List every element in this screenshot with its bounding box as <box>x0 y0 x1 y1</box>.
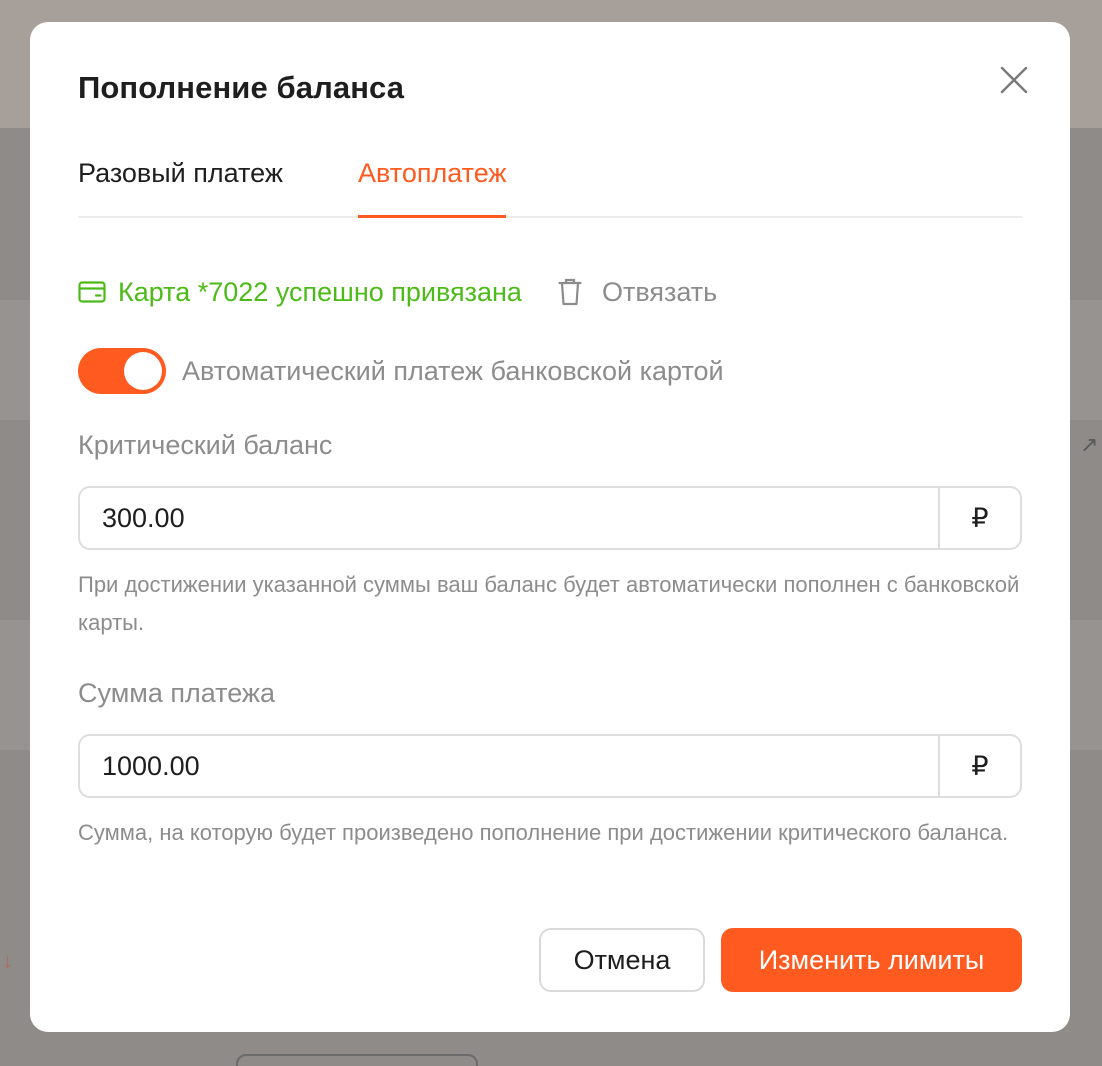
ruble-currency-label: ₽ <box>938 488 1020 548</box>
credit-card-icon <box>78 281 106 303</box>
close-button[interactable] <box>996 62 1032 98</box>
modal-title: Пополнение баланса <box>78 70 405 105</box>
unbind-label: Отвязать <box>601 276 718 307</box>
card-status-row: Карта *7022 успешно привязана Отвязать <box>78 274 717 310</box>
payment-amount-label: Сумма платежа <box>78 678 275 708</box>
close-icon <box>1000 66 1028 94</box>
toggle-knob <box>124 352 162 390</box>
autopay-toggle-row: Автоматический платеж банковской картой <box>78 348 724 394</box>
trash-icon <box>558 278 582 306</box>
payment-amount-hint: Сумма, на которую будет произведено попо… <box>78 820 1009 845</box>
arrow-up-right-icon: ↗ <box>1080 432 1099 457</box>
critical-balance-label: Критический баланс <box>78 430 333 460</box>
autopay-toggle[interactable] <box>78 348 166 394</box>
payment-amount-input[interactable] <box>80 736 938 796</box>
background-button <box>236 1054 478 1066</box>
payment-tabs: Разовый платеж Автоплатеж <box>78 152 1022 218</box>
background-panel <box>0 300 30 420</box>
change-limits-button[interactable]: Изменить лимиты <box>721 928 1022 992</box>
payment-amount-field: ₽ <box>78 734 1022 798</box>
top-up-balance-modal: Пополнение баланса Разовый платеж Автопл… <box>30 22 1070 1032</box>
cancel-button[interactable]: Отмена <box>539 928 705 992</box>
ruble-currency-label: ₽ <box>938 736 1020 796</box>
arrow-down-icon: ↓ <box>2 948 13 973</box>
critical-balance-field: ₽ <box>78 486 1022 550</box>
tab-autopayment[interactable]: Автоплатеж <box>358 158 507 218</box>
autopay-toggle-label: Автоматический платеж банковской картой <box>182 355 724 386</box>
card-linked-status: Карта *7022 успешно привязана <box>78 277 522 308</box>
card-status-text: Карта *7022 успешно привязана <box>118 276 522 307</box>
background-panel <box>1070 300 1102 420</box>
critical-balance-input[interactable] <box>80 488 938 548</box>
critical-balance-hint: При достижении указанной суммы ваш балан… <box>78 572 1020 635</box>
background-panel <box>0 620 30 750</box>
unbind-card-button[interactable]: Отвязать <box>558 277 717 308</box>
background-panel <box>1070 620 1102 750</box>
tab-one-time-payment[interactable]: Разовый платеж <box>78 158 283 216</box>
